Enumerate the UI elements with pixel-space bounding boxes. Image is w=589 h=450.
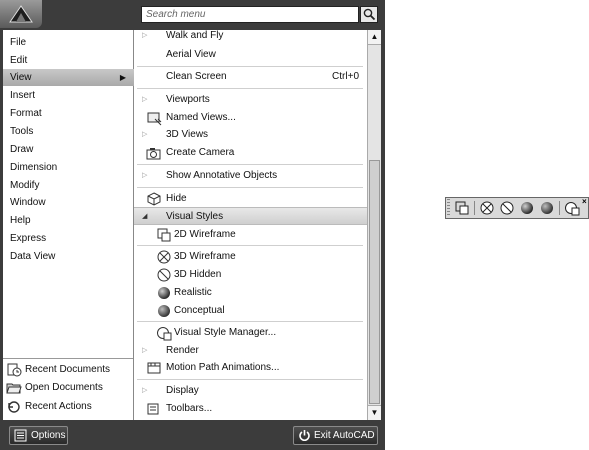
submenu-walk-and-fly[interactable]: ▷ Walk and Fly (134, 30, 367, 45)
toolbar-grip[interactable] (447, 199, 450, 217)
autocad-logo-icon (9, 5, 33, 23)
3d-hidden-icon (157, 268, 171, 282)
submenu-render[interactable]: ▷ Render (134, 342, 367, 360)
options-button[interactable]: Options (9, 426, 68, 445)
menu-separator (137, 164, 363, 165)
visual-styles-toolbar[interactable]: × (445, 197, 589, 219)
toolbars-icon (147, 403, 159, 415)
submenu-named-views[interactable]: Named Views... (134, 109, 367, 127)
submenu-motion-path-animations[interactable]: Motion Path Animations... (134, 359, 367, 377)
menu-bottom-bar: Options Exit AutoCAD (0, 420, 385, 450)
2d-wireframe-icon[interactable] (454, 200, 470, 216)
named-views-icon (147, 112, 162, 126)
submenu-3d-hidden[interactable]: 3D Hidden (134, 266, 367, 284)
submenu-3d-views[interactable]: ▷ 3D Views (134, 126, 367, 144)
recent-section: Recent Documents Open Documents Recent A… (3, 358, 133, 421)
submenu-realistic[interactable]: Realistic (134, 284, 367, 302)
submenu-aerial-view[interactable]: Aerial View (134, 46, 367, 64)
expand-triangle-icon: ▷ (142, 172, 148, 179)
search-button[interactable] (360, 6, 378, 23)
menu-item-format[interactable]: Format (3, 105, 134, 122)
motion-path-icon (147, 362, 161, 374)
application-button[interactable] (0, 0, 42, 28)
options-icon (14, 429, 27, 442)
camera-icon (146, 148, 161, 160)
collapse-triangle-icon: ◢ (142, 213, 148, 220)
expand-triangle-icon: ▷ (142, 387, 148, 394)
hide-cube-icon (147, 192, 161, 206)
submenu-viewports[interactable]: ▷ Viewports (134, 91, 367, 109)
recent-documents-icon (7, 363, 22, 377)
menu-separator (137, 88, 363, 89)
menu-separator (137, 66, 363, 67)
3d-wireframe-icon[interactable] (479, 200, 495, 216)
recent-documents-button[interactable]: Recent Documents (5, 361, 131, 379)
exit-autocad-button[interactable]: Exit AutoCAD (293, 426, 378, 445)
recent-actions-button[interactable]: Recent Actions (5, 398, 131, 416)
toolbar-separator (474, 201, 475, 215)
search-icon (363, 8, 376, 21)
search-input[interactable] (142, 7, 358, 22)
power-icon (299, 430, 310, 441)
submenu-create-camera[interactable]: Create Camera (134, 144, 367, 162)
menu-item-draw[interactable]: Draw (3, 141, 134, 158)
submenu-arrow-icon: ▶ (119, 73, 126, 82)
expand-triangle-icon: ▷ (142, 131, 148, 138)
scroll-up-arrow-icon[interactable]: ▲ (368, 30, 381, 45)
open-documents-button[interactable]: Open Documents (5, 379, 131, 397)
expand-triangle-icon: ▷ (142, 96, 148, 103)
submenu-hide[interactable]: Hide (134, 190, 367, 208)
open-folder-icon (6, 383, 22, 394)
menu-item-data-view[interactable]: Data View (3, 248, 134, 265)
toolbar-separator (559, 201, 560, 215)
menu-separator (137, 379, 363, 380)
toolbar-close-icon[interactable]: × (582, 198, 589, 206)
submenu-visual-style-manager[interactable]: Visual Style Manager... (134, 324, 367, 342)
expand-triangle-icon: ▷ (142, 347, 148, 354)
2d-wireframe-icon (157, 228, 171, 242)
submenu-toolbars[interactable]: Toolbars... (134, 400, 367, 418)
menu-item-tools[interactable]: Tools (3, 123, 134, 140)
submenu-display[interactable]: ▷ Display (134, 382, 367, 400)
menu-item-view[interactable]: View ▶ (3, 69, 134, 86)
menu-separator (137, 187, 363, 188)
submenu-show-annotative-objects[interactable]: ▷ Show Annotative Objects (134, 167, 367, 185)
submenu-3d-wireframe[interactable]: 3D Wireframe (134, 248, 367, 266)
menu-item-modify[interactable]: Modify (3, 177, 134, 194)
visual-style-manager-icon[interactable] (564, 200, 580, 216)
submenu-conceptual[interactable]: Conceptual (134, 302, 367, 320)
menu-item-edit[interactable]: Edit (3, 52, 134, 69)
submenu-scrollbar[interactable]: ▲ ▼ (367, 30, 381, 420)
menu-item-dimension[interactable]: Dimension (3, 159, 134, 176)
menu-item-help[interactable]: Help (3, 212, 134, 229)
recent-actions-icon (8, 401, 20, 413)
submenu-clean-screen[interactable]: Clean Screen Ctrl+0 (134, 68, 367, 86)
realistic-sphere-icon (158, 287, 170, 299)
3d-wireframe-icon (157, 250, 171, 264)
menu-item-insert[interactable]: Insert (3, 87, 134, 104)
expand-triangle-icon: ▷ (142, 32, 148, 39)
menu-item-window[interactable]: Window (3, 194, 134, 211)
conceptual-icon[interactable] (539, 200, 555, 216)
menu-item-express[interactable]: Express (3, 230, 134, 247)
menu-separator (137, 321, 363, 322)
conceptual-sphere-icon (158, 305, 170, 317)
submenu-2d-wireframe[interactable]: 2D Wireframe (134, 226, 367, 244)
main-menu-pane: File Edit View ▶ Insert Format Tools Draw… (3, 30, 134, 420)
application-menu: File Edit View▶ Insert Format Tools Draw… (0, 0, 385, 450)
view-submenu: ▷ Walk and Fly Aerial View Clean Screen … (134, 30, 367, 420)
scroll-down-arrow-icon[interactable]: ▼ (368, 405, 381, 420)
menu-separator (137, 245, 363, 246)
search-box (141, 6, 359, 23)
menu-item-file[interactable]: File (3, 34, 134, 51)
realistic-icon[interactable] (519, 200, 535, 216)
3d-hidden-icon[interactable] (499, 200, 515, 216)
visual-style-manager-icon (157, 327, 172, 341)
menu-top-bar (0, 0, 385, 30)
scroll-thumb[interactable] (369, 160, 380, 404)
submenu-visual-styles[interactable]: ◢ Visual Styles (134, 207, 367, 225)
